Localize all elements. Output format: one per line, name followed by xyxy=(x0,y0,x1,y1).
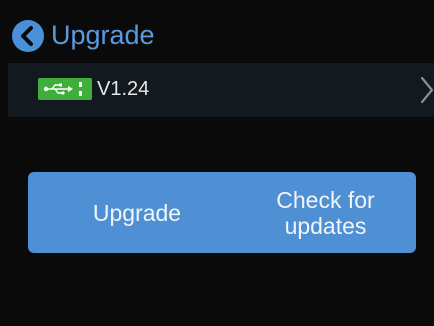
page-title: Upgrade xyxy=(51,20,155,50)
header: Upgrade xyxy=(0,0,434,60)
firmware-version: V1.24 xyxy=(97,78,150,100)
version-row[interactable]: V1.24 xyxy=(8,63,434,117)
usb-icon xyxy=(38,78,92,100)
check-for-updates-button[interactable]: Check for updates xyxy=(235,172,416,253)
chevron-left-icon xyxy=(21,26,33,46)
back-button[interactable] xyxy=(12,20,44,52)
upgrade-screen: Upgrade V1.24 Upgrade Check for updates xyxy=(0,0,434,326)
chevron-right-icon[interactable] xyxy=(420,75,434,105)
upgrade-button[interactable]: Upgrade xyxy=(28,172,246,253)
